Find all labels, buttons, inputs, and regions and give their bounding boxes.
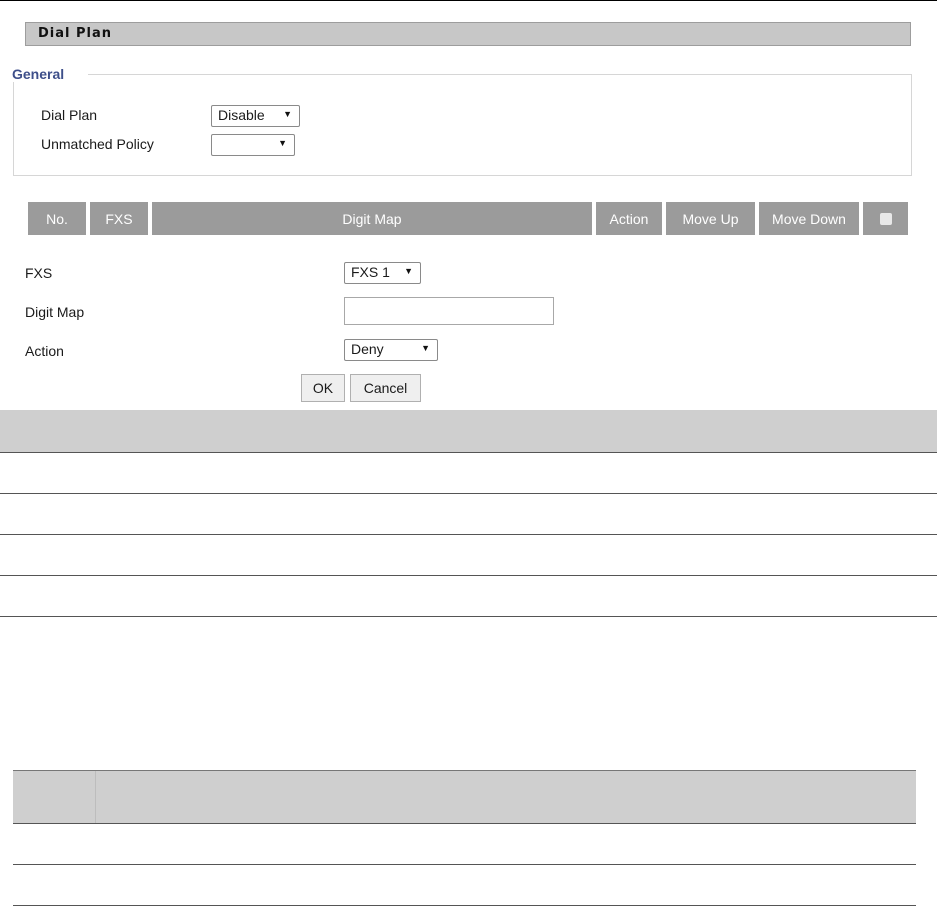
- column-header-move-up: Move Up: [666, 202, 755, 235]
- table-header-band: [0, 410, 937, 452]
- table-row-divider: [13, 864, 916, 865]
- fxs-label: FXS: [25, 265, 53, 281]
- action-label: Action: [25, 343, 64, 359]
- digit-map-label: Digit Map: [25, 304, 85, 320]
- unmatched-policy-select[interactable]: ▼: [211, 134, 295, 156]
- general-fieldset: [13, 74, 912, 176]
- column-header-select-all[interactable]: [863, 202, 908, 235]
- fxs-select[interactable]: FXS 1 ▼: [344, 262, 421, 284]
- column-header-move-down: Move Down: [759, 202, 859, 235]
- cancel-button[interactable]: Cancel: [350, 374, 421, 402]
- chevron-down-icon: ▼: [283, 109, 292, 119]
- chevron-down-icon: ▼: [421, 343, 430, 353]
- table-row-divider: [13, 823, 916, 824]
- column-header-fxs: FXS: [90, 202, 148, 235]
- dial-plan-select-value: Disable: [218, 107, 265, 123]
- column-header-no: No.: [28, 202, 86, 235]
- action-select[interactable]: Deny ▼: [344, 339, 438, 361]
- general-legend: General: [12, 66, 89, 82]
- select-all-checkbox[interactable]: [879, 212, 892, 225]
- table-row-divider: [0, 575, 937, 576]
- action-select-value: Deny: [351, 341, 384, 357]
- column-separator: [95, 771, 96, 823]
- column-header-digit-map: Digit Map: [152, 202, 592, 235]
- dial-plan-label: Dial Plan: [41, 107, 98, 123]
- table-row-divider: [0, 452, 937, 453]
- fxs-select-value: FXS 1: [351, 264, 390, 280]
- ok-button[interactable]: OK: [301, 374, 345, 402]
- table-row-divider: [13, 770, 916, 771]
- digit-map-input[interactable]: [344, 297, 554, 325]
- section-title-bar: Dial Plan: [25, 22, 911, 46]
- chevron-down-icon: ▼: [278, 138, 287, 148]
- table-header-band: [13, 771, 916, 823]
- column-header-action: Action: [596, 202, 662, 235]
- unmatched-policy-label: Unmatched Policy: [41, 136, 154, 152]
- chevron-down-icon: ▼: [404, 266, 413, 276]
- dial-plan-select[interactable]: Disable ▼: [211, 105, 300, 127]
- table-row-divider: [0, 534, 937, 535]
- table-row-divider: [13, 905, 916, 906]
- top-rule: [0, 0, 937, 1]
- section-title: Dial Plan: [38, 26, 113, 41]
- table-row-divider: [0, 616, 937, 617]
- table-row-divider: [0, 493, 937, 494]
